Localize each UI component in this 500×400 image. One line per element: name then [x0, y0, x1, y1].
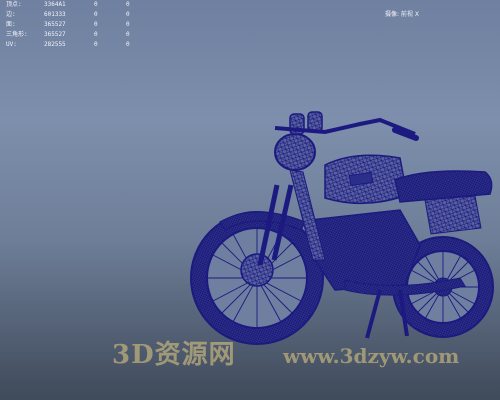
hud-label: 三角形:	[6, 31, 28, 38]
hud-component: 0	[126, 21, 130, 28]
hud-selected: 0	[94, 11, 98, 18]
hud-label: 顶点:	[6, 1, 22, 8]
hud-selected: 0	[94, 41, 98, 48]
hud-label: 边:	[6, 11, 16, 18]
hud-total: 365527	[44, 21, 66, 28]
hud-row-triangles: 三角形: 365527 0 0	[6, 30, 146, 40]
hud-component: 0	[126, 1, 130, 8]
hud-total: 365527	[44, 31, 66, 38]
hud-total: 601333	[44, 11, 66, 18]
side-cover	[424, 195, 482, 235]
maya-viewport[interactable]: 顶点: 3364A1 0 0 边: 601333 0 0 面: 365527 0…	[0, 0, 500, 400]
hud-label: UV:	[6, 41, 17, 48]
hud-selected: 0	[94, 21, 98, 28]
heads-up-display-poly-count: 顶点: 3364A1 0 0 边: 601333 0 0 面: 365527 0…	[6, 0, 146, 50]
hud-component: 0	[126, 31, 130, 38]
camera-name-label: 摄像: 前视 X	[385, 11, 419, 18]
hud-component: 0	[126, 41, 130, 48]
hud-label: 面:	[6, 21, 16, 28]
seat	[394, 170, 493, 203]
hud-total: 282555	[44, 41, 66, 48]
hud-row-vertices: 顶点: 3364A1 0 0	[6, 0, 146, 10]
engine-block	[309, 209, 421, 291]
hud-row-edges: 边: 601333 0 0	[6, 10, 146, 20]
front-wheel	[190, 211, 324, 345]
hud-total: 3364A1	[44, 1, 66, 8]
hud-row-faces: 面: 365527 0 0	[6, 20, 146, 30]
hud-row-uvs: UV: 282555 0 0	[6, 40, 146, 50]
motorcycle-wireframe-model[interactable]	[185, 110, 500, 380]
headlight	[274, 133, 316, 171]
hud-selected: 0	[94, 31, 98, 38]
hud-component: 0	[126, 11, 130, 18]
hud-selected: 0	[94, 1, 98, 8]
